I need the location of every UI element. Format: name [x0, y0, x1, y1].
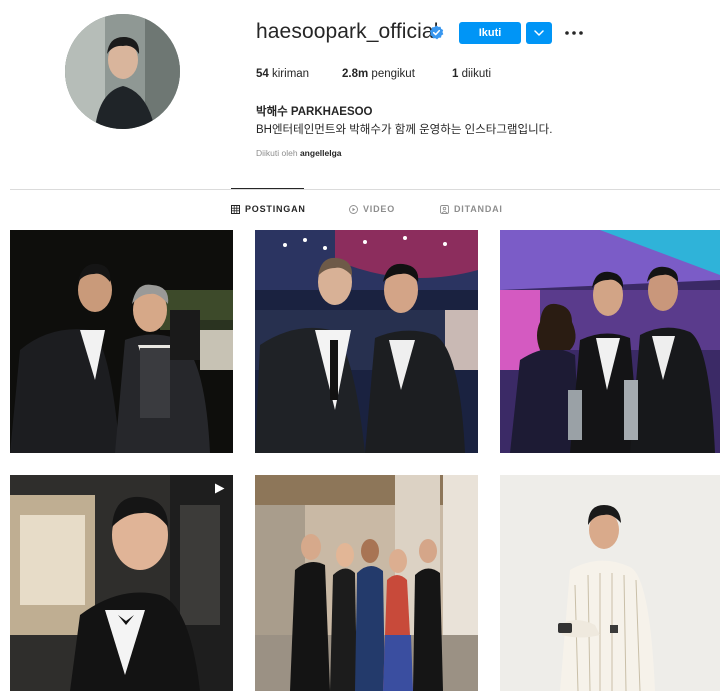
followed-by[interactable]: Diikuti oleh angellelga	[256, 148, 342, 158]
post-tile[interactable]	[10, 475, 233, 691]
profile-tabs: POSTINGAN VIDEO DITANDAI	[0, 204, 720, 218]
posts-count: 54 kiriman	[256, 68, 316, 80]
post-tile[interactable]	[10, 230, 233, 453]
tab-posts[interactable]: POSTINGAN	[231, 204, 306, 214]
tab-posts-label: POSTINGAN	[245, 204, 306, 214]
follow-button[interactable]: Ikuti	[459, 22, 521, 44]
profile-username: haesoopark_official	[256, 20, 439, 43]
tabs-divider	[10, 189, 720, 190]
chevron-down-icon	[534, 30, 544, 36]
verified-badge-icon	[429, 25, 444, 40]
profile-avatar[interactable]	[65, 14, 180, 129]
tab-tagged-label: DITANDAI	[454, 204, 503, 214]
followed-by-user: angellelga	[299, 148, 342, 158]
post-photo	[10, 475, 233, 691]
active-tab-indicator	[231, 188, 304, 189]
post-photo	[255, 475, 478, 691]
profile-bio: BH엔터테인먼트와 박해수가 함께 운영하는 인스타그램입니다.	[256, 124, 553, 136]
post-photo	[10, 230, 233, 453]
more-dots-icon	[565, 31, 583, 35]
post-tile[interactable]	[255, 230, 478, 453]
post-photo	[255, 230, 478, 453]
tagged-icon	[440, 204, 449, 214]
tab-video[interactable]: VIDEO	[349, 204, 395, 214]
play-icon	[215, 483, 225, 494]
avatar-photo	[65, 14, 180, 129]
posts-count-value: 54	[256, 68, 269, 80]
post-tile[interactable]	[500, 230, 720, 453]
grid-icon	[231, 204, 240, 214]
profile-fullname: 박해수 PARKHAESOO	[256, 106, 373, 118]
suggested-dropdown-button[interactable]	[526, 22, 552, 44]
followers-count[interactable]: 2.8m pengikut	[342, 68, 426, 80]
post-photo	[500, 475, 720, 691]
tab-video-label: VIDEO	[363, 204, 396, 214]
followed-by-prefix: Diikuti oleh	[256, 148, 298, 158]
post-tile[interactable]	[255, 475, 478, 691]
followers-count-label: pengikut	[371, 68, 415, 80]
following-count[interactable]: 1 diikuti	[452, 68, 491, 80]
post-photo	[500, 230, 720, 453]
posts-count-label: kiriman	[272, 68, 310, 80]
following-count-label: diikuti	[461, 68, 492, 80]
more-options-button[interactable]	[562, 22, 586, 44]
followers-count-value: 2.8m	[342, 68, 369, 80]
video-icon	[349, 204, 358, 214]
tab-tagged[interactable]: DITANDAI	[440, 204, 503, 214]
post-tile[interactable]	[500, 475, 720, 691]
profile-stats: 54 kiriman 2.8m pengikut 1 diikuti	[256, 68, 519, 80]
following-count-value: 1	[452, 68, 459, 80]
